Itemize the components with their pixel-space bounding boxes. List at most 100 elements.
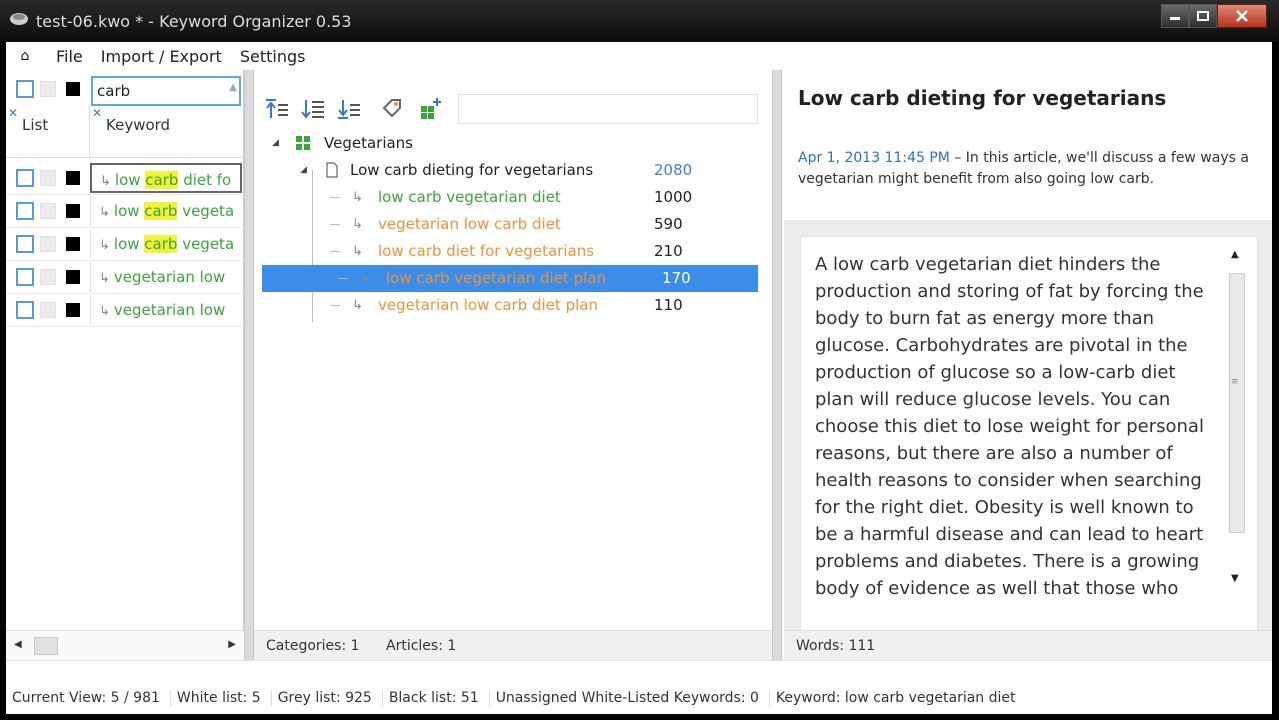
tree-keyword-node[interactable]: ↳ low carb vegetarian diet 1000 bbox=[254, 184, 772, 211]
move-to-bottom-icon[interactable] bbox=[336, 96, 362, 122]
white-list-checkbox[interactable] bbox=[16, 268, 34, 286]
article-body-panel: A low carb vegetarian diet hinders the p… bbox=[800, 236, 1258, 642]
keyword-cell[interactable]: ↳ vegetarian low bbox=[90, 295, 242, 325]
scrollbar-thumb[interactable] bbox=[34, 637, 58, 655]
menu-file[interactable]: File bbox=[56, 47, 83, 66]
white-list-checkbox[interactable] bbox=[16, 169, 34, 187]
tree-article-node[interactable]: ◢ Low carb dieting for vegetarians 2080 bbox=[254, 157, 772, 184]
keyword-search-box: ▲ bbox=[91, 76, 241, 106]
tree-guide-line bbox=[338, 278, 348, 279]
keyword-cell[interactable]: ↳ low carb diet fo bbox=[90, 163, 242, 193]
black-list-checkbox[interactable] bbox=[66, 270, 80, 284]
expand-arrow-icon[interactable]: ◢ bbox=[272, 130, 279, 157]
grey-list-checkbox[interactable] bbox=[40, 236, 56, 252]
tree-guide-line bbox=[330, 305, 340, 306]
scroll-down-icon[interactable]: ▼ bbox=[1231, 573, 1239, 584]
words-count: Words: 111 bbox=[784, 630, 1272, 660]
expand-arrow-icon[interactable]: ◢ bbox=[300, 157, 307, 184]
black-list-checkbox[interactable] bbox=[66, 204, 80, 218]
grey-list-checkbox[interactable] bbox=[40, 302, 56, 318]
minimize-button[interactable] bbox=[1161, 4, 1189, 28]
left-splitter[interactable] bbox=[244, 70, 254, 660]
tree-keyword-label: low carb vegetarian diet plan bbox=[386, 269, 606, 287]
table-row[interactable]: ↳ low carb vegeta bbox=[6, 195, 244, 228]
scrollbar-grip-icon: ≡ bbox=[1231, 377, 1239, 387]
keyword-arrow-icon: ↳ bbox=[352, 190, 363, 205]
horizontal-scrollbar[interactable]: ◀ ▶ bbox=[6, 630, 244, 660]
scroll-up-icon[interactable]: ▲ bbox=[1231, 249, 1239, 260]
tree-search-input[interactable] bbox=[458, 94, 758, 124]
column-close-icon[interactable]: ✕ bbox=[92, 106, 102, 120]
keyword-text-highlight: carb bbox=[145, 171, 179, 189]
grey-list-checkbox[interactable] bbox=[40, 269, 56, 285]
keyword-filter-toolbar: ▲ bbox=[6, 74, 244, 106]
scroll-right-icon[interactable]: ▶ bbox=[228, 639, 236, 650]
white-list-checkbox[interactable] bbox=[16, 235, 34, 253]
column-header-keyword[interactable]: ✕ Keyword bbox=[90, 106, 244, 158]
table-row[interactable]: ↳ low carb vegeta bbox=[6, 228, 244, 261]
tree-keyword-count: 1000 bbox=[654, 188, 693, 206]
tree-guide-line bbox=[330, 197, 340, 198]
menu-import-export[interactable]: Import / Export bbox=[101, 47, 222, 66]
black-list-checkbox[interactable] bbox=[66, 237, 80, 251]
keyword-cell[interactable]: ↳ low carb vegeta bbox=[90, 196, 242, 226]
scroll-left-icon[interactable]: ◀ bbox=[14, 639, 22, 650]
column-close-icon[interactable]: ✕ bbox=[8, 106, 18, 120]
categories-count: Categories: 1 bbox=[266, 638, 360, 654]
minimize-icon bbox=[1170, 17, 1180, 20]
tree-guide-line bbox=[330, 251, 340, 252]
keyword-text-pre: low bbox=[114, 171, 146, 189]
keyword-cell[interactable]: ↳ vegetarian low bbox=[90, 262, 242, 292]
filter-white-checkbox[interactable] bbox=[16, 80, 34, 98]
white-list-checkbox[interactable] bbox=[16, 301, 34, 319]
chevron-up-icon[interactable]: ▲ bbox=[229, 82, 237, 93]
white-list-checkbox[interactable] bbox=[16, 202, 34, 220]
keyword-cell[interactable]: ↳ low carb vegeta bbox=[90, 229, 242, 259]
tree-toolbar bbox=[254, 92, 772, 126]
status-grey-list: Grey list: 925 bbox=[272, 690, 383, 706]
vertical-scrollbar[interactable]: ▲ ≡ ▼ bbox=[1227, 249, 1247, 589]
keyword-arrow-icon: ↳ bbox=[100, 174, 111, 189]
right-splitter[interactable] bbox=[772, 70, 782, 660]
move-to-top-icon[interactable] bbox=[264, 96, 290, 122]
black-list-checkbox[interactable] bbox=[66, 303, 80, 317]
status-bar: Current View: 5 / 981 White list: 5 Grey… bbox=[6, 660, 1272, 714]
keyword-search-input[interactable] bbox=[93, 78, 203, 104]
keyword-text-post: diet fo bbox=[178, 171, 232, 189]
filter-black-checkbox[interactable] bbox=[66, 82, 80, 96]
tree-category-node[interactable]: ◢ Vegetarians bbox=[254, 130, 772, 157]
tree-keyword-node[interactable]: ↳ vegetarian low carb diet 590 bbox=[254, 211, 772, 238]
home-icon[interactable]: ⌂ bbox=[12, 48, 38, 64]
category-icon bbox=[296, 136, 310, 150]
tree-keyword-node[interactable]: ↳ low carb vegetarian diet plan 170 bbox=[262, 265, 758, 292]
keyword-text-pre: low bbox=[113, 202, 145, 220]
article-pane: Low carb dieting for vegetarians Apr 1, … bbox=[784, 70, 1272, 660]
sort-list-icon[interactable] bbox=[300, 96, 326, 122]
keyword-arrow-icon: ↳ bbox=[352, 217, 363, 232]
status-keyword: Keyword: low carb vegetarian diet bbox=[775, 690, 1016, 706]
close-button[interactable] bbox=[1217, 4, 1267, 28]
tree-keyword-node[interactable]: ↳ low carb diet for vegetarians 210 bbox=[254, 238, 772, 265]
category-add-icon[interactable] bbox=[418, 96, 444, 122]
tree-keyword-count: 210 bbox=[654, 242, 683, 260]
article-tree-pane: ◢ Vegetarians ◢ Low carb dieting for veg… bbox=[254, 70, 772, 660]
maximize-button[interactable] bbox=[1189, 4, 1217, 28]
status-unassigned: Unassigned White-Listed Keywords: 0 bbox=[490, 690, 770, 706]
article-body[interactable]: A low carb vegetarian diet hinders the p… bbox=[815, 251, 1220, 623]
tree-keyword-node[interactable]: ↳ vegetarian low carb diet plan 110 bbox=[254, 292, 772, 319]
menu-settings[interactable]: Settings bbox=[240, 47, 306, 66]
tag-add-icon[interactable] bbox=[380, 96, 406, 122]
keyword-arrow-icon: ↳ bbox=[352, 244, 363, 259]
articles-count: Articles: 1 bbox=[386, 638, 457, 654]
table-row[interactable]: ↳ vegetarian low bbox=[6, 261, 244, 294]
scrollbar-thumb[interactable] bbox=[1229, 273, 1245, 533]
black-list-checkbox[interactable] bbox=[66, 171, 80, 185]
table-row[interactable]: ↳ low carb diet fo bbox=[6, 162, 244, 195]
filter-grey-checkbox[interactable] bbox=[40, 81, 56, 97]
grey-list-checkbox[interactable] bbox=[40, 203, 56, 219]
table-row[interactable]: ↳ vegetarian low bbox=[6, 294, 244, 327]
column-header-list[interactable]: ✕ List bbox=[6, 106, 89, 158]
article-header: Low carb dieting for vegetarians Apr 1, … bbox=[784, 70, 1272, 220]
keyword-arrow-icon: ↳ bbox=[99, 271, 110, 286]
grey-list-checkbox[interactable] bbox=[40, 170, 56, 186]
